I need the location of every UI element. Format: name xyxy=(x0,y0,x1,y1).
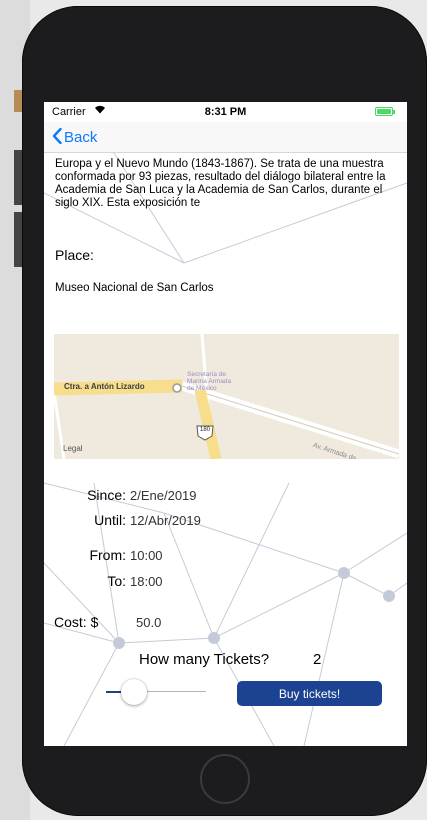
from-label: From: xyxy=(89,547,126,563)
to-label: To: xyxy=(107,573,126,589)
since-value: 2/Ene/2019 xyxy=(130,488,197,503)
until-value: 12/Abr/2019 xyxy=(130,513,201,528)
map-road-label: Ctra. a Antón Lizardo xyxy=(64,382,145,391)
tickets-count: 2 xyxy=(313,651,322,668)
phone-frame: Carrier 8:31 PM Back Europa y el Nuevo M… xyxy=(22,6,427,816)
map-poi-label: Secretaría de Marina Armada de México xyxy=(187,371,232,392)
back-button[interactable]: Back xyxy=(52,127,97,150)
place-label: Place: xyxy=(55,247,94,263)
home-button[interactable] xyxy=(200,754,250,804)
chevron-left-icon xyxy=(52,127,62,150)
since-label: Since: xyxy=(87,487,126,503)
status-bar: Carrier 8:31 PM xyxy=(44,102,407,122)
until-label: Until: xyxy=(94,512,126,528)
battery-icon xyxy=(375,107,397,117)
highway-shield-label: 180 xyxy=(199,427,210,433)
buy-tickets-button[interactable]: Buy tickets! xyxy=(237,681,382,706)
navigation-bar: Back xyxy=(44,122,407,153)
map-legal-link[interactable]: Legal xyxy=(63,444,83,453)
cost-value: 50.0 xyxy=(136,615,162,630)
cost-label: Cost: $ xyxy=(54,614,99,630)
back-label: Back xyxy=(64,129,98,146)
scroll-content[interactable]: Europa y el Nuevo Mundo (1843-1867). Se … xyxy=(44,153,407,746)
tickets-label: How many Tickets? xyxy=(139,651,270,668)
screen: Carrier 8:31 PM Back Europa y el Nuevo M… xyxy=(44,102,407,746)
slider-thumb[interactable] xyxy=(121,679,147,705)
tickets-slider[interactable] xyxy=(106,677,206,707)
description-text: Europa y el Nuevo Mundo (1843-1867). Se … xyxy=(55,158,386,209)
map-view[interactable]: Ctra. a Antón Lizardo Secretaría de Mari… xyxy=(54,334,399,459)
status-time: 8:31 PM xyxy=(204,106,247,118)
place-value: Museo Nacional de San Carlos xyxy=(55,282,214,294)
from-value: 10:00 xyxy=(130,548,163,563)
to-value: 18:00 xyxy=(130,574,163,589)
